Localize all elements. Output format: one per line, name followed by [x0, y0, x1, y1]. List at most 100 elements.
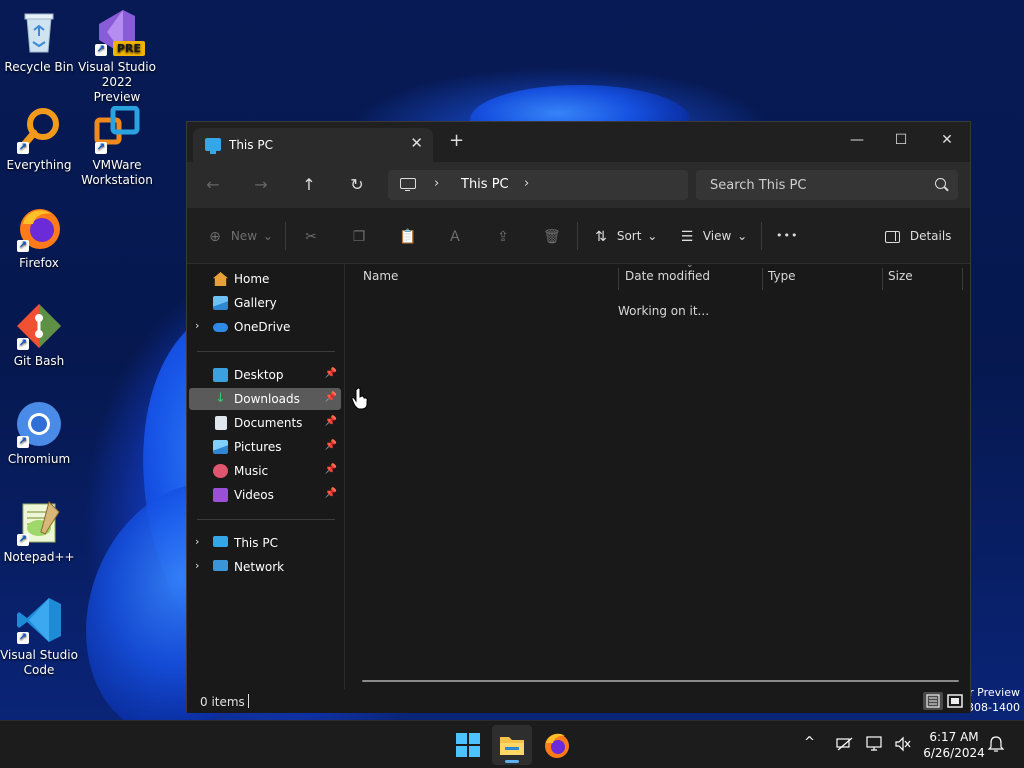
- column-divider[interactable]: [962, 268, 963, 290]
- pin-icon[interactable]: 📌: [325, 464, 337, 475]
- details-pane-button[interactable]: Details: [885, 226, 951, 246]
- horizontal-scrollbar[interactable]: [362, 680, 959, 682]
- sidebar-item-downloads[interactable]: ↓ Downloads 📌: [189, 388, 341, 410]
- desktop-folder-icon: [213, 368, 228, 382]
- search-input[interactable]: [696, 170, 926, 200]
- column-header-size[interactable]: Size: [871, 264, 951, 294]
- navigation-pane: Home Gallery › OneDrive Desktop 📌 ↓ Down…: [187, 264, 345, 689]
- up-button[interactable]: ↑: [297, 174, 321, 196]
- pin-icon[interactable]: 📌: [325, 416, 337, 427]
- sidebar-item-label: Downloads: [234, 392, 300, 406]
- details-view-toggle[interactable]: [923, 692, 943, 710]
- rename-button[interactable]: Ａ: [447, 226, 463, 246]
- desktop-icon-firefox[interactable]: ↗ Firefox: [0, 204, 78, 271]
- sidebar-item-home[interactable]: Home: [189, 268, 341, 290]
- minimize-button[interactable]: —: [834, 126, 880, 154]
- see-more-button[interactable]: •••: [776, 226, 798, 246]
- sidebar-item-videos[interactable]: Videos 📌: [189, 484, 341, 506]
- sidebar-item-music[interactable]: Music 📌: [189, 460, 341, 482]
- forward-button[interactable]: →: [249, 174, 273, 196]
- chevron-right-icon[interactable]: ›: [524, 176, 529, 191]
- volume-muted-icon[interactable]: [894, 736, 912, 768]
- breadcrumb-this-pc[interactable]: This PC: [461, 177, 509, 192]
- chevron-right-icon[interactable]: ›: [195, 535, 199, 548]
- pin-icon[interactable]: 📌: [325, 440, 337, 451]
- desktop-icon-vmware[interactable]: ↗ VMWare Workstation: [78, 105, 156, 188]
- delete-button[interactable]: 🗑: [543, 226, 561, 246]
- column-header-name[interactable]: Name: [346, 264, 618, 294]
- sidebar-divider: [197, 351, 335, 352]
- taskbar-file-explorer[interactable]: [492, 725, 532, 765]
- sidebar-item-desktop[interactable]: Desktop 📌: [189, 364, 341, 386]
- sort-icon: ⇅: [595, 228, 607, 245]
- mouse-cursor-icon: [351, 387, 369, 414]
- desktop-icon-vscode[interactable]: ↗ Visual Studio Code: [0, 596, 78, 678]
- file-list-view[interactable]: Name Date modified ⌄ Type Size Working o…: [346, 260, 970, 689]
- start-button[interactable]: [448, 725, 488, 765]
- column-header-date-modified[interactable]: Date modified: [608, 264, 752, 294]
- notepad-plus-plus-icon: ↗: [15, 498, 63, 546]
- network-disconnected-icon[interactable]: [836, 737, 854, 768]
- desktop-icon-chromium[interactable]: ↗ Chromium: [0, 400, 78, 467]
- git-bash-icon: ↗: [15, 302, 63, 350]
- system-clock[interactable]: 6:17 AM 6/26/2024: [922, 729, 986, 761]
- chevron-down-icon: ⌄: [737, 229, 748, 243]
- shortcut-arrow-icon: ↗: [17, 436, 29, 448]
- share-button[interactable]: ⇪: [495, 226, 511, 246]
- search-box[interactable]: [696, 170, 958, 200]
- chevron-right-icon[interactable]: ›: [195, 319, 199, 332]
- desktop-icon-label: Recycle Bin: [4, 60, 74, 74]
- this-pc-icon: [213, 536, 228, 547]
- tray-overflow-button[interactable]: ^: [804, 735, 815, 768]
- chromium-icon: ↗: [15, 400, 63, 448]
- desktop-icon-label: Everything: [6, 158, 72, 172]
- tab-close-button[interactable]: ✕: [410, 134, 423, 152]
- display-icon[interactable]: [866, 736, 884, 768]
- clock-date: 6/26/2024: [923, 746, 985, 760]
- desktop-icon-everything[interactable]: ↗ Everything: [0, 106, 78, 173]
- title-bar[interactable]: This PC ✕ + — ☐ ✕: [187, 122, 970, 162]
- desktop-icon-recycle-bin[interactable]: Recycle Bin: [0, 8, 78, 75]
- new-tab-button[interactable]: +: [449, 132, 464, 150]
- pin-icon[interactable]: 📌: [325, 488, 337, 499]
- sidebar-item-pictures[interactable]: Pictures 📌: [189, 436, 341, 458]
- sidebar-item-documents[interactable]: Documents 📌: [189, 412, 341, 434]
- large-icons-view-toggle[interactable]: [945, 692, 965, 710]
- tab-this-pc[interactable]: This PC ✕: [193, 128, 433, 162]
- pin-icon[interactable]: 📌: [325, 368, 337, 379]
- windows-logo-icon: [456, 733, 480, 757]
- paste-button[interactable]: 📋: [399, 226, 416, 246]
- back-button[interactable]: ←: [201, 174, 225, 196]
- new-button[interactable]: ⊕ New ⌄: [207, 226, 273, 246]
- close-button[interactable]: ✕: [924, 126, 970, 154]
- pin-icon[interactable]: 📌: [325, 392, 337, 403]
- desktop-icon-git-bash[interactable]: ↗ Git Bash: [0, 302, 78, 369]
- cut-button[interactable]: ✂: [303, 226, 319, 246]
- vmware-icon: ↗: [93, 105, 141, 154]
- toolbar-divider: [285, 222, 286, 250]
- desktop-icon-notepad-plus-plus[interactable]: ↗ Notepad++: [0, 498, 78, 565]
- column-header-type[interactable]: Type: [751, 264, 871, 294]
- sort-button[interactable]: ⇅ Sort ⌄: [593, 226, 657, 246]
- copy-button[interactable]: ❐: [351, 226, 367, 246]
- chevron-down-icon: ⌄: [647, 229, 658, 243]
- maximize-button[interactable]: ☐: [878, 126, 924, 154]
- recycle-bin-icon: [15, 8, 63, 56]
- monitor-icon: [400, 178, 416, 191]
- view-button[interactable]: ☰ View ⌄: [679, 226, 747, 246]
- address-bar[interactable]: › This PC ›: [388, 170, 688, 200]
- sidebar-item-gallery[interactable]: Gallery: [189, 292, 341, 314]
- sidebar-item-this-pc[interactable]: › This PC: [189, 532, 341, 554]
- chevron-right-icon[interactable]: ›: [434, 176, 439, 191]
- sidebar-item-network[interactable]: › Network: [189, 556, 341, 578]
- sidebar-item-onedrive[interactable]: › OneDrive: [189, 316, 341, 338]
- large-icons-view-icon: [947, 694, 963, 708]
- search-icon[interactable]: [935, 178, 946, 189]
- details-label: Details: [909, 229, 952, 243]
- desktop-icon-visual-studio-preview[interactable]: PRE ↗ Visual Studio 2022 Preview: [78, 8, 156, 105]
- taskbar-firefox[interactable]: [536, 725, 576, 765]
- sidebar-item-label: Gallery: [234, 296, 277, 310]
- refresh-button[interactable]: ↻: [345, 174, 369, 196]
- notification-bell-icon[interactable]: [987, 735, 1005, 768]
- chevron-right-icon[interactable]: ›: [195, 559, 199, 572]
